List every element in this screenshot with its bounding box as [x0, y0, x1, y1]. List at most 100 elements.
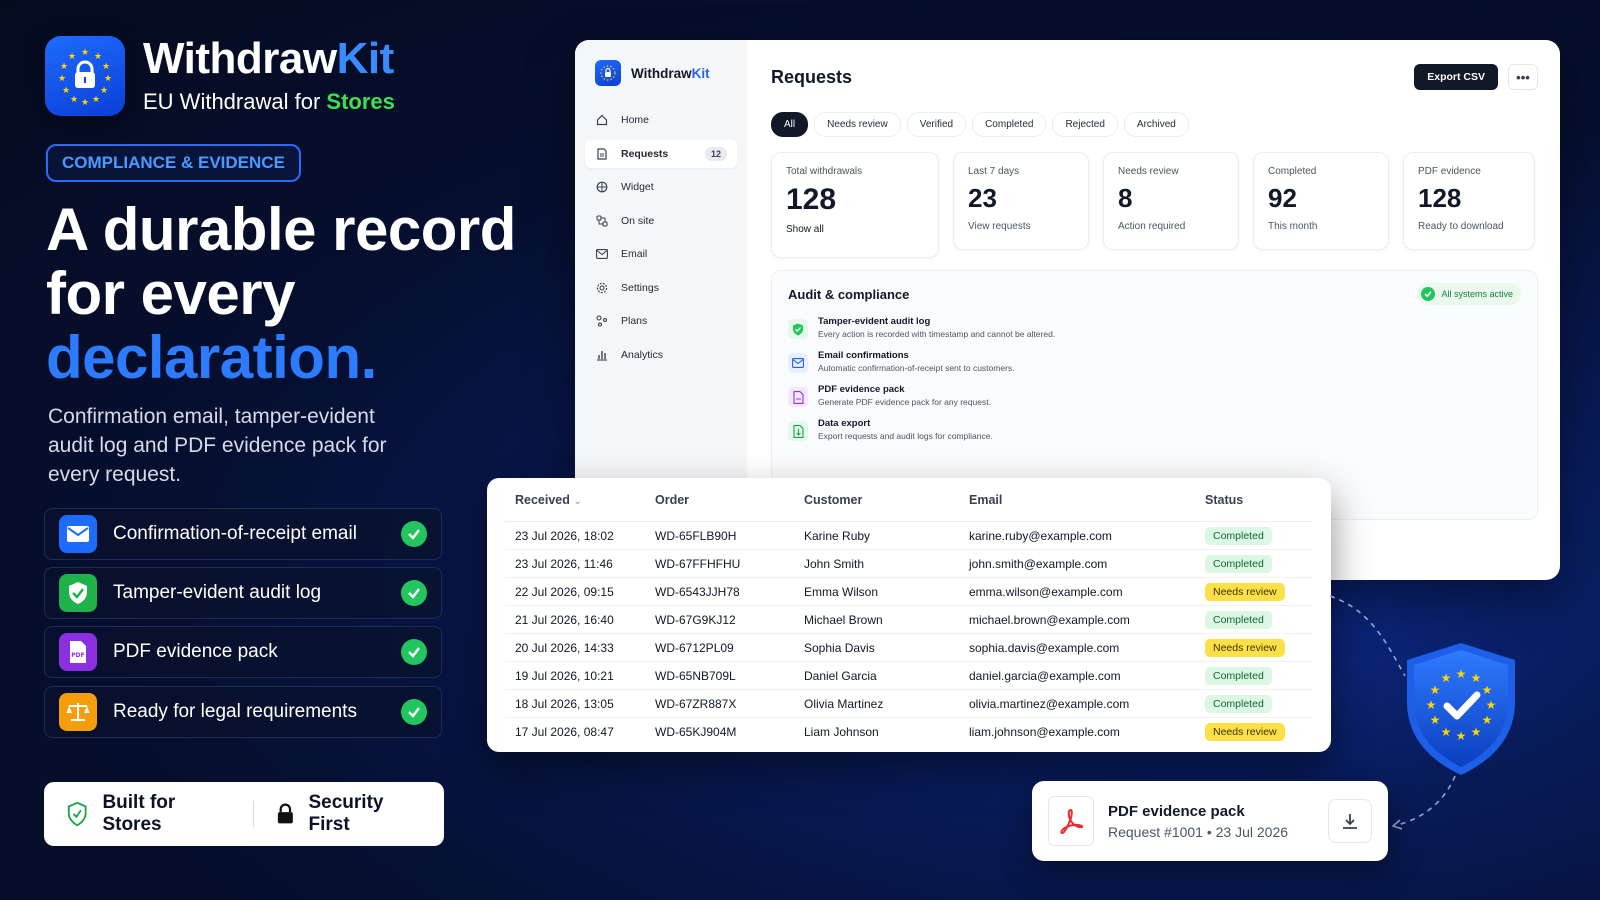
- sort-chevron-icon: ⌄: [573, 495, 582, 507]
- chart-icon: [595, 348, 609, 362]
- cell-status: Completed: [1205, 554, 1313, 573]
- column-header-received[interactable]: Received ⌄: [505, 493, 655, 507]
- svg-text:★: ★: [1430, 713, 1441, 727]
- stat-link[interactable]: Show all: [786, 224, 924, 235]
- pdf-evidence-card[interactable]: PDF evidence pack Request #1001 • 23 Jul…: [1032, 781, 1388, 861]
- status-badge: All systems active: [1417, 283, 1521, 305]
- pdf-icon: [788, 387, 808, 407]
- svg-text:★: ★: [81, 48, 89, 58]
- headline: A durable record for every declaration.: [46, 196, 516, 391]
- stat-link[interactable]: Action required: [1118, 221, 1224, 232]
- cell-received: 22 Jul 2026, 09:15: [515, 584, 614, 599]
- column-header-order[interactable]: Order: [655, 493, 804, 507]
- cell-customer: Karine Ruby: [804, 528, 871, 543]
- tab-rejected[interactable]: Rejected: [1052, 112, 1118, 137]
- table-row[interactable]: 23 Jul 2026, 11:46 WD-67FFHFHU John Smith j…: [505, 550, 1313, 578]
- check-icon: [401, 699, 427, 725]
- cell-email: olivia.martinez@example.com: [969, 696, 1130, 711]
- sidebar-item-plans[interactable]: Plans: [585, 307, 737, 335]
- stat-card-needs-review[interactable]: Needs review 8 Action required: [1103, 152, 1239, 250]
- table-row[interactable]: 22 Jul 2026, 09:15 WD-6543JJH78 Emma Wilso…: [505, 578, 1313, 606]
- cell-order: WD-6712PL09: [655, 640, 734, 655]
- table-row[interactable]: 23 Jul 2026, 18:02 WD-65FLB90H Karine Ruby…: [505, 522, 1313, 550]
- cell-status: Completed: [1205, 666, 1313, 685]
- tab-completed[interactable]: Completed: [972, 112, 1047, 137]
- brand-subtitle: EU Withdrawal for Stores: [143, 89, 395, 114]
- column-header-email[interactable]: Email: [969, 493, 1205, 507]
- sidebar-item-widget[interactable]: Widget: [585, 173, 737, 201]
- trust-item: Security First: [254, 792, 444, 836]
- sidebar-item-label: Email: [621, 248, 648, 260]
- stat-card-pdf-evidence[interactable]: PDF evidence 128 Ready to download: [1403, 152, 1535, 250]
- main-content: Requests Export CSV ••• All Needs review…: [771, 40, 1538, 520]
- status-badge: Completed: [1205, 610, 1272, 629]
- feature-label: PDF evidence pack: [113, 641, 278, 662]
- export-csv-button[interactable]: Export CSV: [1414, 64, 1498, 90]
- table-body: 23 Jul 2026, 18:02 WD-65FLB90H Karine Ruby…: [505, 522, 1313, 746]
- sidebar-item-email[interactable]: Email: [585, 240, 737, 268]
- svg-text:★: ★: [102, 62, 110, 72]
- tab-all[interactable]: All: [771, 112, 809, 137]
- stat-card-last-7-days[interactable]: Last 7 days 23 View requests: [953, 152, 1089, 250]
- svg-text:★: ★: [62, 86, 70, 96]
- tab-archived[interactable]: Archived: [1123, 112, 1189, 137]
- cell-email: sophia.davis@example.com: [969, 640, 1120, 655]
- stat-link[interactable]: This month: [1268, 221, 1374, 232]
- svg-text:★: ★: [70, 95, 78, 105]
- pdf-icon: PDF: [59, 633, 97, 671]
- svg-text:★: ★: [60, 62, 68, 72]
- cell-received: 17 Jul 2026, 08:47: [515, 725, 614, 739]
- stat-label: Completed: [1268, 166, 1317, 177]
- plans-icon: [595, 314, 609, 328]
- svg-text:★: ★: [104, 74, 112, 84]
- svg-text:★: ★: [92, 95, 100, 105]
- stat-card-completed[interactable]: Completed 92 This month: [1253, 152, 1389, 250]
- gear-icon: [595, 281, 609, 295]
- stat-link[interactable]: Ready to download: [1418, 221, 1520, 232]
- count-badge: 12: [704, 146, 727, 161]
- column-header-customer[interactable]: Customer: [804, 493, 969, 507]
- more-options-button[interactable]: •••: [1508, 64, 1538, 90]
- sidebar-item-requests[interactable]: Requests 12: [585, 139, 737, 168]
- cell-status: Needs review: [1205, 723, 1313, 741]
- feature-item: Confirmation-of-receipt email: [44, 508, 442, 560]
- cell-received: 23 Jul 2026, 11:46: [515, 556, 613, 571]
- cell-customer: Emma Wilson: [804, 584, 879, 599]
- sidebar-item-label: Widget: [621, 181, 654, 193]
- shield-icon: [67, 801, 87, 827]
- shield-check-icon: [788, 319, 808, 339]
- table-row[interactable]: 18 Jul 2026, 13:05 WD-67ZR887X Olivia Mart…: [505, 690, 1313, 718]
- brand-name: WithdrawKit: [143, 34, 394, 83]
- sidebar-item-settings[interactable]: Settings: [585, 274, 737, 302]
- stat-link[interactable]: View requests: [968, 221, 1074, 232]
- download-button[interactable]: [1328, 799, 1372, 843]
- sidebar-item-home[interactable]: Home: [585, 106, 737, 134]
- sidebar-item-label: On site: [621, 214, 655, 227]
- table-row[interactable]: 20 Jul 2026, 14:33 WD-6712PL09 Sophia Davi…: [505, 634, 1313, 662]
- svg-text:★: ★: [1471, 725, 1482, 739]
- tab-needs-review[interactable]: Needs review: [814, 112, 901, 137]
- feature-item: Ready for legal requirements: [44, 686, 442, 738]
- svg-text:★: ★: [68, 52, 76, 62]
- table-row[interactable]: 19 Jul 2026, 10:21 WD-65NB709L Daniel Garc…: [505, 662, 1313, 690]
- sub-copy: Confirmation email, tamper-evident audit…: [48, 405, 387, 486]
- table-row[interactable]: 21 Jul 2026, 16:40 WD-67G9KJ12 Michael Bro…: [505, 606, 1313, 634]
- cell-status: Needs review: [1205, 582, 1313, 601]
- sidebar-item-label: Requests: [621, 147, 669, 160]
- tab-verified[interactable]: Verified: [906, 112, 967, 137]
- cell-received: 18 Jul 2026, 13:05: [515, 696, 614, 711]
- sidebar-item-on-site[interactable]: On site: [585, 207, 737, 235]
- download-icon: [1343, 814, 1357, 829]
- stat-card-total[interactable]: Total withdrawals 128 Show all: [771, 152, 939, 258]
- lock-icon: [277, 803, 293, 824]
- column-header-status[interactable]: Status: [1205, 493, 1313, 507]
- cell-order: WD-6543JJH78: [655, 584, 740, 599]
- feature-label: Tamper-evident audit log: [113, 582, 322, 603]
- sidebar-item-analytics[interactable]: Analytics: [585, 341, 737, 369]
- table-row[interactable]: 17 Jul 2026, 08:47 WD-65KJ904M Liam Johnso…: [505, 718, 1313, 746]
- cell-order: WD-67G9KJ12: [655, 612, 736, 627]
- cell-email: emma.wilson@example.com: [969, 584, 1123, 599]
- audit-item: Email confirmations Automatic confirmatio…: [788, 350, 1521, 373]
- stat-label: Needs review: [1118, 166, 1179, 177]
- category-badge: COMPLIANCE & EVIDENCE: [46, 144, 301, 182]
